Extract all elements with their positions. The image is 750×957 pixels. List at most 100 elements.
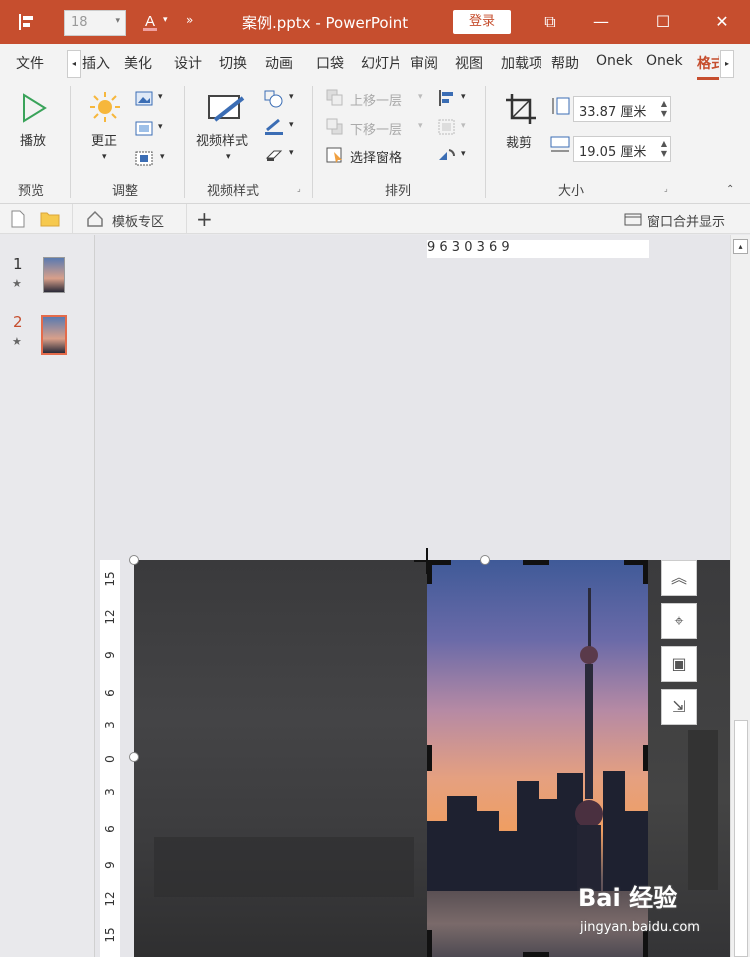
font-size-field[interactable]: 18 ▾ (64, 10, 126, 36)
effects-dropdown-icon[interactable]: ▾ (158, 122, 163, 132)
send-backward-dropdown-icon[interactable]: ▾ (418, 121, 423, 131)
resize-handle-top-left[interactable] (129, 555, 139, 565)
window-merge-button[interactable]: 窗口合并显示 (647, 211, 725, 230)
align-dropdown-icon[interactable]: ▾ (461, 92, 466, 102)
height-field[interactable]: 33.87 厘米 ▲ ▼ (573, 96, 671, 122)
home-icon[interactable] (86, 210, 104, 228)
more-commands-icon[interactable]: » (186, 13, 193, 27)
scroll-up-icon[interactable]: ▴ (733, 239, 748, 254)
window-merge-icon[interactable] (624, 213, 642, 226)
crop-handle-left[interactable] (427, 745, 432, 771)
rotate-icon[interactable] (437, 146, 457, 164)
corrections-button[interactable]: 更正 (91, 130, 117, 149)
ruler-tick: 9 (103, 861, 117, 869)
color-icon[interactable] (135, 90, 155, 108)
crop-button[interactable]: 裁剪 (506, 132, 532, 151)
video-styles-button[interactable]: 视频样式 (196, 130, 248, 149)
bring-forward-dropdown-icon[interactable]: ▾ (418, 92, 423, 102)
tab-addins[interactable]: 加载项 (501, 53, 541, 73)
crop-focus-icon[interactable]: ⌖ (661, 603, 697, 639)
ribbon-display-icon[interactable]: ⧉ (535, 8, 565, 36)
tab-insert[interactable]: 插入 (82, 53, 110, 73)
tabs-scroll-left-icon[interactable]: ◂ (67, 50, 81, 78)
play-button[interactable]: 播放 (20, 130, 46, 149)
video-styles-dropdown-icon[interactable]: ▾ (226, 152, 231, 162)
tab-file[interactable]: 文件 (16, 53, 44, 73)
tab-beautify[interactable]: 美化 (124, 53, 162, 73)
minimize-button[interactable]: — (586, 8, 616, 36)
ruler-tick: 12 (103, 891, 117, 907)
crop-icon[interactable] (504, 92, 538, 126)
tab-view[interactable]: 视图 (455, 53, 483, 73)
new-file-icon[interactable] (10, 210, 26, 228)
resize-handle-left[interactable] (129, 752, 139, 762)
crop-handle-bottom[interactable] (523, 952, 549, 957)
artistic-effects-icon[interactable] (135, 120, 155, 138)
group-separator (312, 86, 313, 198)
crop-handle-right[interactable] (643, 745, 648, 771)
align-icon[interactable] (16, 11, 38, 33)
tab-transitions[interactable]: 切换 (219, 53, 247, 73)
building (447, 796, 477, 891)
subbar-divider (72, 204, 73, 234)
close-button[interactable]: ✕ (707, 8, 737, 36)
selection-pane-button[interactable]: 选择窗格 (350, 147, 402, 166)
crop-handle-top-right[interactable] (643, 560, 648, 584)
poster-dropdown-icon[interactable]: ▾ (160, 152, 165, 162)
corrections-dropdown-icon[interactable]: ▾ (102, 152, 107, 162)
collapse-ribbon-icon[interactable]: ⌃ (726, 184, 734, 195)
border-dropdown-icon[interactable]: ▾ (289, 120, 294, 130)
video-styles-icon[interactable] (207, 92, 247, 126)
width-field[interactable]: 19.05 厘米 ▲ ▼ (573, 136, 671, 162)
video-border-icon[interactable] (264, 118, 284, 136)
effects-dropdown-icon-2[interactable]: ▾ (289, 148, 294, 158)
login-button[interactable]: 登录 (453, 10, 511, 34)
font-color-dropdown-icon[interactable]: ▾ (163, 15, 168, 25)
rotate-dropdown-icon[interactable]: ▾ (461, 149, 466, 159)
play-icon[interactable] (20, 92, 48, 124)
tabs-scroll-right-icon[interactable]: ▸ (720, 50, 734, 78)
vertical-scrollbar[interactable]: ▴ (730, 235, 750, 957)
open-folder-icon[interactable] (40, 210, 60, 228)
collapse-up-icon[interactable]: ︽ (661, 560, 697, 596)
bring-forward-button[interactable]: 上移一层 (350, 90, 402, 109)
corrections-icon[interactable] (88, 90, 122, 124)
crosshair-cursor-icon (414, 548, 440, 574)
color-dropdown-icon[interactable]: ▾ (158, 92, 163, 102)
add-tab-button[interactable]: + (196, 207, 213, 231)
slide-thumbnail-2[interactable] (41, 315, 67, 355)
tab-design[interactable]: 设计 (174, 53, 202, 73)
tab-pocket[interactable]: 口袋 (316, 53, 344, 73)
group-preview-label: 预览 (18, 184, 45, 199)
slide-thumbnail-1[interactable] (43, 257, 65, 293)
crop-handle-top[interactable] (523, 560, 549, 565)
bring-forward-icon (326, 89, 343, 106)
resize-arrow-icon[interactable]: ⇲ (661, 689, 697, 725)
crop-handle-bottom-left[interactable] (427, 930, 432, 957)
video-effects-icon[interactable] (264, 146, 284, 164)
tab-review[interactable]: 审阅 (410, 53, 438, 73)
font-color-icon[interactable]: A (140, 11, 162, 33)
shape-dropdown-icon[interactable]: ▾ (289, 92, 294, 102)
cropped-out-image-area[interactable] (134, 560, 427, 957)
group-dropdown-icon[interactable]: ▾ (461, 121, 466, 131)
size-dialog-launcher-icon[interactable]: ⌟ (664, 184, 668, 193)
send-backward-button[interactable]: 下移一层 (350, 119, 402, 138)
building (499, 831, 517, 891)
tab-onekey-2[interactable]: Onek (646, 53, 686, 69)
resize-handle-top[interactable] (480, 555, 490, 565)
scroll-thumb[interactable] (734, 720, 748, 957)
tab-format[interactable]: 格式 (697, 53, 719, 73)
layers-icon[interactable]: ▣ (661, 646, 697, 682)
align-objects-icon[interactable] (437, 89, 457, 107)
tab-onekey-1[interactable]: Onek (596, 53, 636, 69)
dialog-launcher-icon[interactable]: ⌟ (297, 184, 301, 193)
tab-help[interactable]: 帮助 (551, 53, 579, 73)
tab-animations[interactable]: 动画 (265, 53, 293, 73)
video-shape-icon[interactable] (264, 90, 284, 108)
template-zone-tab[interactable]: 模板专区 (112, 211, 164, 230)
tab-slideshow[interactable]: 幻灯片 (361, 53, 399, 73)
animation-star-icon: ★ (12, 335, 22, 348)
maximize-button[interactable]: ☐ (648, 8, 678, 36)
poster-frame-icon[interactable] (135, 150, 155, 168)
